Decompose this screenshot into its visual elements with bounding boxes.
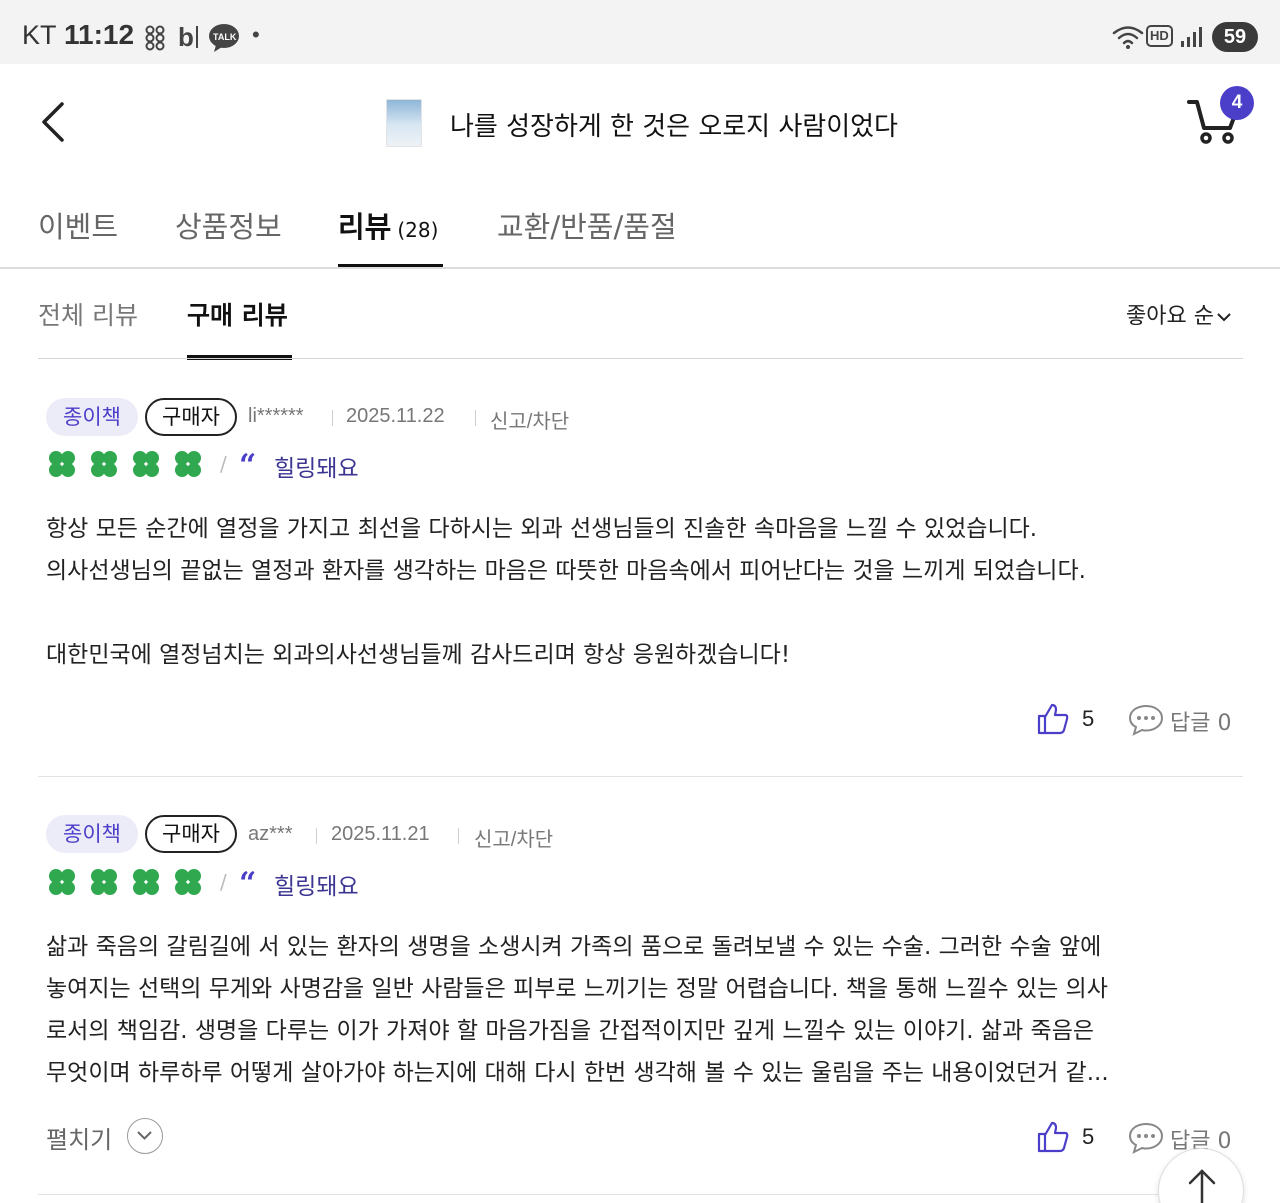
tab-review[interactable]: 리뷰 (28) [338, 204, 438, 246]
review-body: 항상 모든 순간에 열정을 가지고 최선을 다하시는 외과 선생님들의 진솔한 … [46, 508, 1241, 676]
book-thumbnail [386, 99, 422, 147]
expand-toggle[interactable] [127, 1118, 163, 1154]
chevron-down-icon [1217, 313, 1231, 322]
clover-icon [133, 869, 159, 895]
subtab-purchase-reviews[interactable]: 구매 리뷰 [187, 296, 288, 332]
threads-icon [145, 24, 165, 57]
chevron-left-icon [42, 102, 64, 142]
review-text-line: 대한민국에 열정넘치는 외과의사선생님들께 감사드리며 항상 응원하겠습니다! [46, 642, 791, 668]
signal-icon [1180, 26, 1204, 53]
reply-count-label: 답글 0 [1170, 711, 1232, 736]
report-block-link[interactable]: 신고/차단 [474, 823, 553, 852]
wifi-icon [1112, 24, 1144, 55]
format-badge: 종이책 [46, 398, 138, 436]
rating-clovers [46, 866, 204, 898]
like-count: 5 [1082, 706, 1095, 731]
hd-label: HD [1150, 28, 1169, 43]
review-tag: 힐링돼요 [274, 456, 359, 482]
thumbs-up-icon [1037, 1121, 1069, 1153]
meta-separator [332, 410, 333, 426]
cart-count-badge: 4 [1220, 86, 1254, 120]
tab-exchange-return[interactable]: 교환/반품/품절 [497, 204, 677, 246]
expand-label: 펼치기 [46, 1126, 113, 1154]
format-badge: 종이책 [46, 815, 138, 853]
kakaotalk-icon: TALK [208, 23, 240, 58]
subtab-all-reviews[interactable]: 전체 리뷰 [38, 296, 138, 332]
quote-icon: “ [239, 866, 257, 901]
blog-icon-label: b [178, 22, 194, 52]
clock: 11:12 [64, 19, 135, 50]
chevron-down-icon [137, 1131, 152, 1140]
clover-icon [133, 451, 159, 477]
review-text-line: 무엇이며 하루하루 어떻게 살아가야 하는지에 대해 다시 한번 생각해 볼 수… [46, 1060, 1109, 1086]
blog-icon: b [178, 22, 198, 53]
page-title: 나를 성장하게 한 것은 오로지 사람이었다 [450, 112, 898, 142]
review-divider [38, 776, 1243, 777]
reviewer-name: li****** [248, 405, 304, 427]
buyer-badge: 구매자 [145, 398, 237, 436]
report-block-link[interactable]: 신고/차단 [490, 405, 569, 434]
expand-button[interactable]: 펼치기 [46, 1120, 112, 1155]
arrow-up-icon [1188, 1169, 1216, 1203]
clover-icon [175, 869, 201, 895]
clover-icon [175, 451, 201, 477]
review-text-line: 항상 모든 순간에 열정을 가지고 최선을 다하시는 외과 선생님들의 진솔한 … [46, 516, 1038, 542]
clover-icon [91, 451, 117, 477]
thumbs-up-icon [1037, 703, 1069, 735]
scroll-to-top-button[interactable] [1158, 1148, 1244, 1203]
tab-event[interactable]: 이벤트 [38, 204, 118, 246]
clover-icon [49, 869, 75, 895]
clover-icon [49, 451, 75, 477]
reviewer-name: az*** [248, 823, 293, 845]
notification-dot: • [252, 22, 260, 47]
rating-separator: / [220, 452, 227, 476]
review-date: 2025.11.22 [346, 405, 445, 427]
review-body: 삶과 죽음의 갈림길에 서 있는 환자의 생명을 소생시켜 가족의 품으로 돌려… [46, 926, 1241, 1094]
status-bar: KT 11:12 b TALK • HD 59 [0, 0, 1280, 64]
review-divider [38, 1194, 1243, 1195]
sort-label: 좋아요 순 [1126, 304, 1214, 329]
rating-clovers [46, 448, 204, 480]
tab-product-info[interactable]: 상품정보 [175, 204, 282, 246]
carrier-label: KT [22, 20, 57, 50]
meta-separator [316, 828, 317, 844]
subtabs-divider [38, 358, 1243, 359]
review-text-line: 로서의 책임감. 생명을 다루는 이가 가져야 할 마음가짐을 간접적이지만 깊… [46, 1018, 1095, 1044]
sort-dropdown[interactable]: 좋아요 순 [1126, 298, 1232, 330]
rating-separator: / [220, 870, 227, 894]
back-button[interactable] [36, 98, 76, 146]
meta-separator [475, 410, 476, 426]
tab-review-count: (28) [397, 218, 439, 242]
tabs-divider [0, 267, 1280, 269]
review-text-line [46, 592, 1241, 634]
quote-icon: “ [239, 448, 257, 483]
like-button[interactable]: 5 [1036, 1120, 1106, 1156]
like-count: 5 [1082, 1124, 1095, 1149]
battery-indicator: 59 [1212, 22, 1258, 52]
tab-review-label: 리뷰 [338, 210, 392, 244]
clover-icon [91, 869, 117, 895]
like-button[interactable]: 5 [1036, 702, 1106, 738]
kakaotalk-icon-label: TALK [213, 32, 237, 42]
buyer-badge: 구매자 [145, 815, 237, 853]
review-tag: 힐링돼요 [274, 874, 359, 900]
hd-icon: HD [1146, 25, 1173, 47]
review-text-line: 삶과 죽음의 갈림길에 서 있는 환자의 생명을 소생시켜 가족의 품으로 돌려… [46, 934, 1102, 960]
meta-separator [458, 828, 459, 844]
review-text-line: 의사선생님의 끝없는 열정과 환자를 생각하는 마음은 따뜻한 마음속에서 피어… [46, 558, 1086, 584]
review-date: 2025.11.21 [331, 823, 430, 845]
reply-button[interactable]: 답글 0 [1128, 702, 1238, 738]
review-text-line: 놓여지는 선택의 무게와 사명감을 일반 사람들은 피부로 느끼기는 정말 어렵… [46, 976, 1108, 1002]
comment-icon [1128, 704, 1164, 736]
